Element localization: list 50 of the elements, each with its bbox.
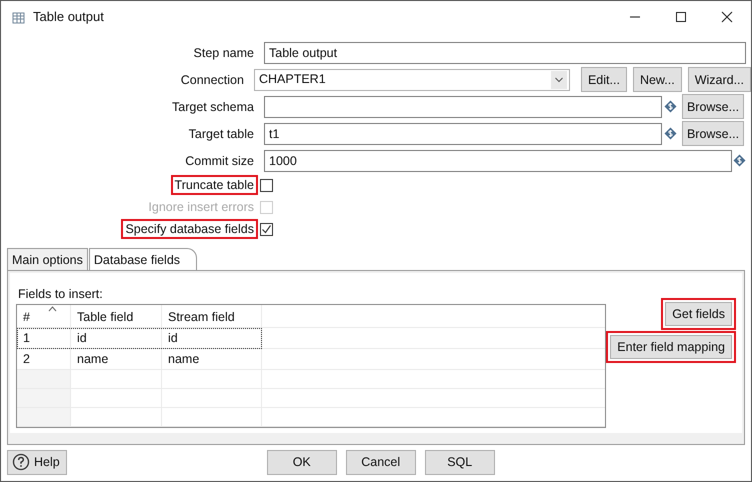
action-button[interactable]: Get fields xyxy=(665,302,732,326)
row-header-cell xyxy=(17,408,71,427)
connection-dropdown[interactable]: CHAPTER1 xyxy=(254,68,570,90)
text-field[interactable]: Table output xyxy=(264,42,746,64)
tab[interactable]: Database fields xyxy=(88,248,198,270)
table-row[interactable]: 2 name name xyxy=(17,349,262,370)
field-label: Connection xyxy=(180,72,245,88)
connection-button[interactable]: Wizard... xyxy=(688,67,751,92)
tab[interactable]: Main options xyxy=(7,248,88,270)
browse-button[interactable]: Browse... xyxy=(682,121,744,146)
table-icon xyxy=(11,10,25,24)
field-label: Target table xyxy=(188,126,255,143)
column-header[interactable]: Table field xyxy=(71,305,162,328)
row-header-cell xyxy=(17,389,71,408)
text-field[interactable]: t1 xyxy=(264,122,662,144)
maximize-icon[interactable] xyxy=(675,10,687,22)
column-header[interactable]: # xyxy=(17,305,71,328)
action-button[interactable]: Enter field mapping xyxy=(610,335,732,359)
connection-button[interactable]: Edit... xyxy=(580,67,627,92)
checkbox[interactable] xyxy=(260,178,273,192)
field-label: Ignore insert errors xyxy=(147,199,255,216)
section-label: Fields to insert: xyxy=(10,273,742,304)
field-label: Step name xyxy=(192,44,255,62)
help-button[interactable]: Help xyxy=(7,450,67,474)
table-cell: 1 xyxy=(17,328,71,349)
field-label: Specify database fields xyxy=(121,219,258,239)
field-label: Commit size xyxy=(184,152,255,170)
row-header-cell xyxy=(17,370,71,389)
connection-button[interactable]: New... xyxy=(632,67,682,92)
sort-caret-icon xyxy=(48,306,57,312)
table-cell: name xyxy=(162,349,262,370)
browse-button[interactable]: Browse... xyxy=(682,94,744,119)
field-label: Target schema xyxy=(171,98,255,116)
help-icon xyxy=(12,453,30,471)
window-title: Table output xyxy=(33,9,104,24)
table-cell: name xyxy=(71,349,162,370)
text-field[interactable]: 1000 xyxy=(264,150,732,172)
close-icon[interactable] xyxy=(721,10,733,22)
checkbox[interactable] xyxy=(260,222,273,236)
chevron-down-icon xyxy=(550,70,567,88)
dialog-button[interactable]: SQL xyxy=(424,450,495,474)
dialog-button[interactable]: Cancel xyxy=(346,450,416,474)
column-header[interactable]: Stream field xyxy=(162,305,262,328)
text-field[interactable] xyxy=(264,96,662,118)
dialog-button[interactable]: OK xyxy=(266,450,337,474)
table-cell: id xyxy=(71,328,162,349)
table-row[interactable]: 1 id id xyxy=(17,328,262,349)
table-cell: id xyxy=(162,328,262,349)
field-label: Truncate table xyxy=(170,175,258,195)
table-cell: 2 xyxy=(17,349,71,370)
